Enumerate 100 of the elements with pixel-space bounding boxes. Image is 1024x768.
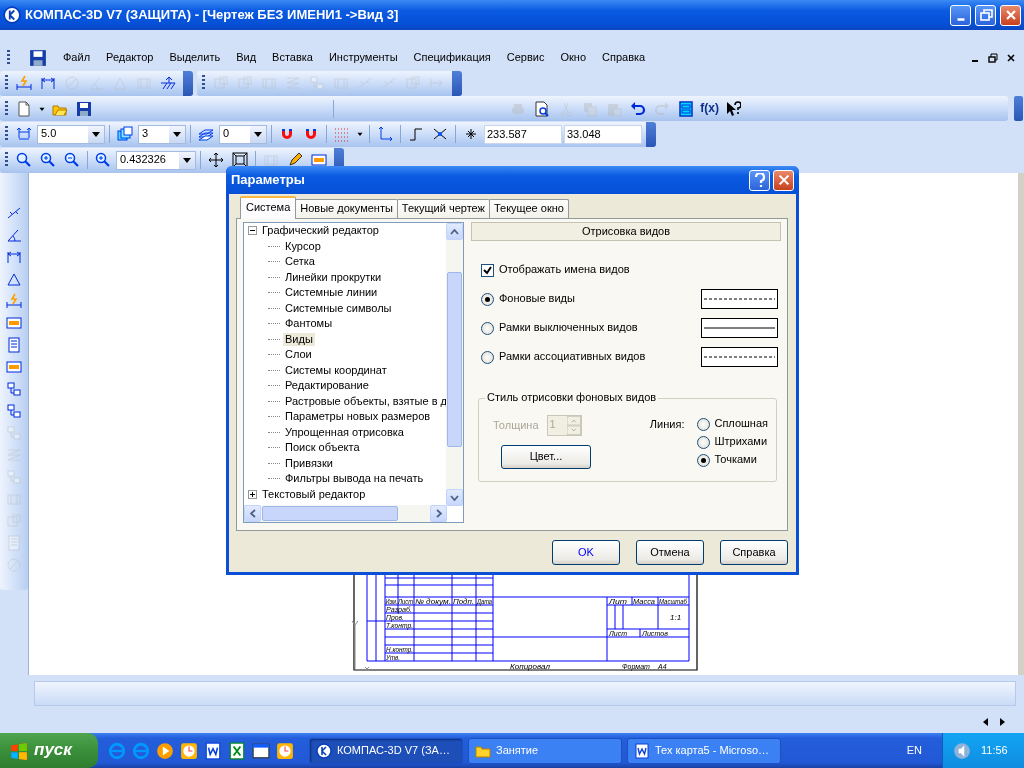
frame-icon[interactable] xyxy=(263,152,279,168)
zoom-icon[interactable] xyxy=(16,152,32,168)
cabinet-icon[interactable] xyxy=(678,100,695,117)
radio-button[interactable] xyxy=(697,417,711,431)
clock-icon[interactable] xyxy=(180,741,198,760)
radio-button[interactable] xyxy=(481,292,494,306)
window-icon[interactable] xyxy=(252,741,270,760)
tree-item[interactable]: Фантомы xyxy=(283,317,335,331)
help-button[interactable] xyxy=(749,169,770,191)
radio-button[interactable] xyxy=(697,435,711,449)
layer-icon[interactable] xyxy=(198,126,214,142)
radio-button[interactable] xyxy=(481,350,494,364)
excel-icon[interactable] xyxy=(228,741,246,760)
tree-item[interactable]: Сетка xyxy=(283,255,317,269)
tree-item[interactable]: Фильтры вывода на печать xyxy=(283,472,426,486)
node-icon[interactable] xyxy=(6,402,22,419)
toolbar-grip[interactable] xyxy=(5,100,8,117)
tree-item[interactable]: Системные символы xyxy=(283,301,394,315)
taskbar-button[interactable]: Тех карта5 - Microso… xyxy=(627,737,781,764)
magnet-icon[interactable] xyxy=(303,126,319,142)
preview-icon[interactable] xyxy=(534,100,551,117)
zoom-in-icon[interactable] xyxy=(40,152,56,168)
page-icon[interactable] xyxy=(6,336,22,353)
dialog-button[interactable]: Справка xyxy=(720,540,788,565)
undo-icon[interactable] xyxy=(630,100,647,117)
color-button[interactable]: Цвет... xyxy=(501,445,591,469)
collapse-toggle[interactable] xyxy=(248,226,257,236)
tree-item[interactable]: Привязки xyxy=(283,456,335,470)
speaker-icon[interactable] xyxy=(953,741,971,760)
tree-item[interactable]: Редактирование xyxy=(283,379,371,393)
scroll-up-button[interactable] xyxy=(446,223,463,240)
menu-item[interactable]: Справка xyxy=(602,51,646,65)
dropdown-button[interactable] xyxy=(250,125,266,143)
tab[interactable]: Новые документы xyxy=(295,198,398,218)
zoom-out-icon[interactable] xyxy=(64,152,80,168)
toolbar-grip[interactable] xyxy=(5,152,8,168)
menu-item[interactable]: Спецификация xyxy=(413,51,491,65)
tree-item[interactable]: Системы координат xyxy=(283,363,389,377)
node-icon[interactable] xyxy=(6,380,22,397)
magnet-icon[interactable] xyxy=(279,126,295,142)
media-player-icon[interactable] xyxy=(156,741,174,760)
toolbar-grip[interactable] xyxy=(202,75,205,91)
toolbar-options-button[interactable] xyxy=(452,70,462,96)
restore-button[interactable] xyxy=(975,4,996,26)
step-icon[interactable] xyxy=(16,126,32,142)
dialog-button[interactable]: OK xyxy=(552,540,620,565)
tree-item[interactable]: Линейки прокрутки xyxy=(283,270,384,284)
radio-button[interactable] xyxy=(481,321,494,335)
tree-item[interactable]: Поиск объекта xyxy=(283,441,362,455)
language-indicator[interactable]: EN xyxy=(906,743,922,758)
menu-item[interactable]: Редактор xyxy=(106,51,154,65)
tree-item[interactable]: Упрощенная отрисовка xyxy=(283,425,406,439)
tree-item[interactable]: Текстовый редактор xyxy=(260,487,368,501)
tree-item[interactable]: Параметры новых размеров xyxy=(283,410,433,424)
minimize-button[interactable] xyxy=(950,4,971,26)
layer-combo[interactable]: 0 xyxy=(219,124,267,144)
dialog-button[interactable]: Отмена xyxy=(636,540,704,565)
menu-item[interactable]: Файл xyxy=(63,51,91,65)
dimension-icon[interactable] xyxy=(16,75,32,91)
snap-icon[interactable] xyxy=(432,126,448,142)
dropdown-button[interactable] xyxy=(179,151,195,169)
menu-item[interactable]: Инструменты xyxy=(328,51,398,65)
tab[interactable]: Текущее окно xyxy=(488,198,569,218)
view-combo[interactable]: 3 xyxy=(138,124,186,144)
toolbar-options-button[interactable] xyxy=(646,121,656,147)
help-pointer-icon[interactable] xyxy=(725,100,741,117)
toolbar-grip[interactable] xyxy=(7,50,10,66)
menu-item[interactable]: Сервис xyxy=(506,51,545,65)
scroll-left-button[interactable] xyxy=(244,505,261,522)
tree-item[interactable]: Графический редактор xyxy=(260,224,381,238)
scrollbar-thumb[interactable] xyxy=(447,272,462,447)
toolbar-grip[interactable] xyxy=(5,126,8,142)
checkbox[interactable] xyxy=(481,263,494,277)
tree-item[interactable]: Виды xyxy=(283,332,315,346)
ortho-icon[interactable] xyxy=(408,126,424,142)
tab[interactable]: Текущий чертеж xyxy=(396,198,490,218)
close-button[interactable] xyxy=(773,169,794,191)
clock-icon[interactable] xyxy=(276,741,294,760)
grid-icon[interactable] xyxy=(334,126,350,142)
scroll-down-button[interactable] xyxy=(446,489,463,506)
tree-item[interactable]: Курсор xyxy=(283,239,323,253)
function-button[interactable]: f(x) xyxy=(699,97,720,120)
dimension-icon[interactable] xyxy=(40,75,56,91)
panel-icon[interactable] xyxy=(6,358,22,375)
menu-item[interactable]: Вставка xyxy=(272,51,313,65)
tree-item[interactable]: Системные линии xyxy=(283,286,380,300)
taskbar-button[interactable]: Занятие xyxy=(468,737,622,764)
scroll-right-icon[interactable] xyxy=(998,717,1006,726)
axes-icon[interactable] xyxy=(377,126,393,142)
toolbar-grip[interactable] xyxy=(5,75,8,91)
save-icon[interactable] xyxy=(29,49,47,67)
menu-item[interactable]: Вид xyxy=(236,51,257,65)
taskbar-button[interactable]: КОМПАС-3D V7 (ЗА… xyxy=(309,737,463,764)
dropdown-button[interactable] xyxy=(169,125,185,143)
step-combo[interactable]: 5.0 xyxy=(37,124,105,144)
move-icon[interactable] xyxy=(208,152,224,168)
coordinates-icon[interactable] xyxy=(463,126,479,142)
y-coordinate-field[interactable]: 33.048 xyxy=(564,124,642,144)
scroll-left-icon[interactable] xyxy=(982,717,990,726)
panel-icon[interactable] xyxy=(6,314,22,331)
